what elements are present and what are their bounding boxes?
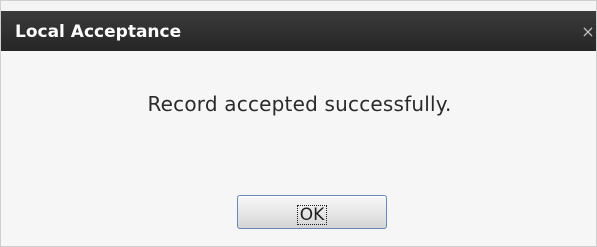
dialog-body: Record accepted successfully. OK — [1, 51, 596, 246]
ok-button[interactable]: OK — [237, 195, 387, 229]
ok-button-label: OK — [296, 205, 328, 225]
local-acceptance-dialog: Local Acceptance × Record accepted succe… — [0, 0, 597, 247]
close-icon[interactable]: × — [578, 11, 596, 51]
dialog-titlebar[interactable]: Local Acceptance × — [1, 11, 596, 51]
dialog-message: Record accepted successfully. — [147, 92, 452, 116]
dialog-title: Local Acceptance — [15, 22, 182, 42]
